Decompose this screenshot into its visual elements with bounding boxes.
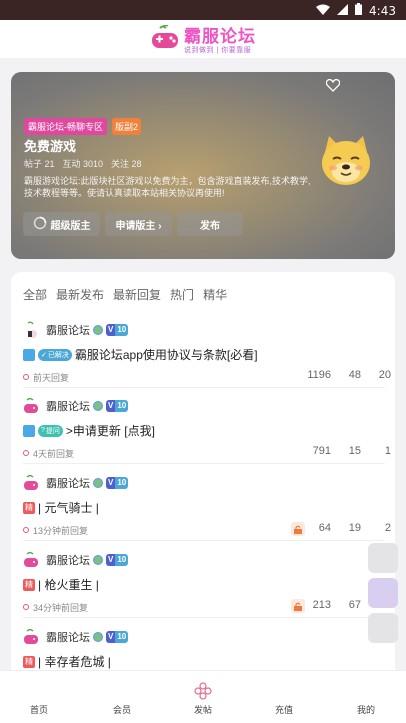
globe-icon [93, 555, 103, 565]
post-flower-icon [193, 682, 213, 703]
post-item[interactable]: 霸服论坛 V 10 ? 提问 >申请更新 [点我] 4天前回复 791 15 1 [23, 396, 391, 464]
level-badge: V 10 [106, 477, 129, 489]
bottom-nav: 首页 会员 发帖 充值 我的 [0, 670, 406, 723]
avatar[interactable] [23, 397, 41, 415]
globe-icon [93, 325, 103, 335]
solved-badge: ✓ 已解决 [38, 348, 72, 361]
moderator-tag: 版副2 [112, 118, 142, 135]
like-count: 1 [384, 445, 391, 457]
post-item[interactable]: 霸服论坛 V 10 ✓ 已解决 霸服论坛app使用协议与条款[必看] 前天回复 11… [23, 320, 391, 388]
level-badge: V 10 [106, 554, 129, 566]
reply-count: 48 [348, 369, 361, 381]
reply-dot-icon [23, 604, 29, 610]
pin-icon [23, 424, 35, 437]
author-name[interactable]: 霸服论坛 [46, 322, 90, 338]
publish-button[interactable]: 发布 [177, 212, 243, 236]
view-count: 791 [312, 445, 331, 457]
featured-badge: 精 [23, 501, 35, 514]
post-title[interactable]: | 幸存者危城 | [38, 653, 111, 670]
reply-time: 前天回复 [33, 372, 70, 383]
side-tab-1[interactable] [368, 543, 398, 573]
avatar[interactable] [23, 551, 41, 569]
like-count: 20 [378, 369, 391, 381]
view-count: 213 [312, 599, 331, 611]
app-header: 霸服论坛 说到做到 | 你要靠服 [0, 20, 406, 58]
doge-mascot-icon [317, 132, 375, 190]
post-item[interactable]: 霸服论坛 V 10 精 | 元气骑士 | 13分钟前回复 64 19 2 [23, 473, 391, 541]
level-badge: V 10 [106, 400, 129, 412]
post-title[interactable]: | 元气骑士 | [38, 499, 99, 516]
tab-hot[interactable]: 热门 [170, 286, 194, 303]
favorite-heart-icon[interactable] [325, 78, 341, 97]
featured-badge: 精 [23, 578, 35, 591]
interactions-count: 互动 3010 [62, 159, 104, 169]
signal-icon [337, 3, 349, 18]
globe-icon [93, 632, 103, 642]
nav-post[interactable]: 发帖 [193, 681, 213, 716]
side-tab-2[interactable] [368, 578, 398, 608]
featured-badge: 精 [23, 655, 35, 668]
clock: 4:43 [369, 3, 396, 18]
reply-time: 4天前回复 [33, 448, 75, 459]
author-name[interactable]: 霸服论坛 [46, 398, 90, 414]
author-name[interactable]: 霸服论坛 [46, 475, 90, 491]
reply-dot-icon [23, 450, 29, 456]
view-count: 64 [318, 522, 331, 534]
reply-time: 34分钟前回复 [33, 602, 89, 613]
post-filter-tabs: 全部 最新发布 最新回复 热门 精华 [23, 286, 227, 303]
forum-description: 霸服游戏论坛:此版块社区游戏以免费为主，包含游戏直装发布,技术教学,技术教程等等… [24, 176, 311, 198]
wifi-icon [316, 4, 331, 18]
status-bar: 4:43 [0, 0, 406, 20]
level-badge: V 10 [106, 324, 129, 336]
nav-home[interactable]: 首页 [30, 703, 48, 716]
post-title[interactable]: | 枪火重生 | [38, 576, 99, 593]
tab-featured[interactable]: 精华 [203, 286, 227, 303]
post-title[interactable]: 霸服论坛app使用协议与条款[必看] [75, 346, 258, 363]
nav-recharge[interactable]: 充值 [275, 703, 293, 716]
follows-count: 关注 28 [111, 159, 142, 169]
globe-icon [93, 401, 103, 411]
super-moderator-button[interactable]: 超级版主 [23, 212, 100, 236]
tab-latest-replies[interactable]: 最新回复 [113, 286, 161, 303]
tab-all[interactable]: 全部 [23, 286, 47, 303]
loading-ring-icon [33, 216, 47, 233]
reply-dot-icon [23, 527, 29, 533]
reply-count: 15 [348, 445, 361, 457]
reply-count: 19 [348, 522, 361, 534]
level-badge: V 10 [106, 631, 129, 643]
view-count: 1196 [307, 369, 331, 381]
nav-member[interactable]: 会员 [113, 703, 131, 716]
gamepad-logo-icon [150, 24, 180, 56]
avatar[interactable] [23, 321, 41, 339]
pin-icon [23, 348, 35, 361]
avatar[interactable] [23, 628, 41, 646]
app-title: 霸服论坛 [184, 26, 256, 46]
nav-post-label: 发帖 [193, 705, 212, 715]
forum-stats: 帖子 21 互动 3010 关注 28 [24, 157, 142, 170]
author-name[interactable]: 霸服论坛 [46, 552, 90, 568]
reply-dot-icon [23, 374, 29, 380]
floating-side-tabs [368, 543, 398, 643]
like-count: 2 [384, 522, 391, 534]
logo: 霸服论坛 说到做到 | 你要靠服 [150, 24, 256, 56]
reply-count: 67 [348, 599, 361, 611]
globe-icon [93, 478, 103, 488]
question-badge: ? 提问 [38, 424, 63, 437]
nav-mine[interactable]: 我的 [357, 703, 375, 716]
post-list-card: 全部 最新发布 最新回复 热门 精华 霸服论坛 V 10 ✓ 已解决 霸服论坛app… [11, 272, 395, 723]
battery-icon [355, 3, 363, 18]
forum-section-tag[interactable]: 霸服论坛-畅聊专区 [24, 118, 107, 135]
forum-banner: 霸服论坛-畅聊专区 版副2 免费游戏 帖子 21 互动 3010 关注 28 霸… [11, 72, 395, 259]
post-title[interactable]: >申请更新 [点我] [66, 422, 155, 439]
posts-count: 帖子 21 [24, 159, 55, 169]
author-name[interactable]: 霸服论坛 [46, 629, 90, 645]
avatar[interactable] [23, 474, 41, 492]
tab-latest-posts[interactable]: 最新发布 [56, 286, 104, 303]
post-item[interactable]: 霸服论坛 V 10 精 | 枪火重生 | 34分钟前回复 213 67 [23, 550, 385, 618]
forum-title: 免费游戏 [24, 139, 77, 154]
app-subtitle: 说到做到 | 你要靠服 [184, 46, 252, 54]
reply-time: 13分钟前回复 [33, 525, 89, 536]
side-tab-3[interactable] [368, 613, 398, 643]
apply-moderator-button[interactable]: 申请版主 › [105, 212, 172, 236]
